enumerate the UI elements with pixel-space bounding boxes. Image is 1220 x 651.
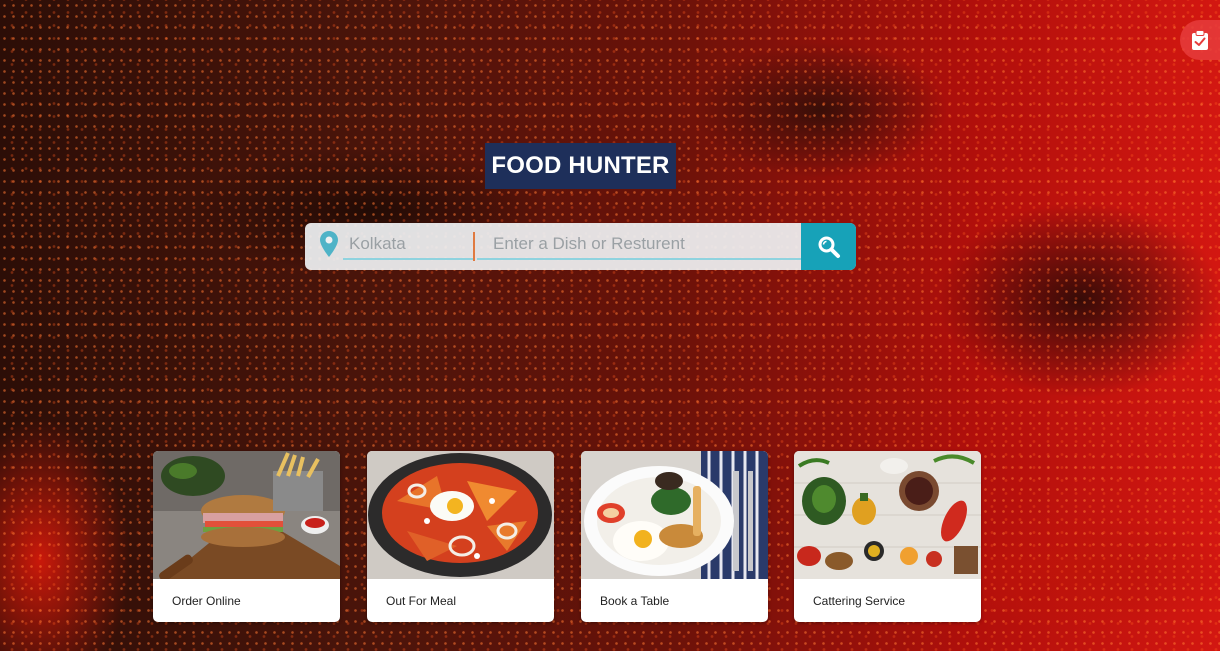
ingredients-image	[794, 451, 981, 579]
search-bar	[305, 223, 856, 270]
clipboard-check-icon	[1192, 30, 1208, 50]
card-out-for-meal[interactable]: Out For Meal	[367, 451, 554, 622]
card-label: Cattering Service	[813, 594, 906, 608]
search-divider	[473, 232, 475, 261]
map-pin-icon	[320, 231, 338, 257]
card-label: Out For Meal	[386, 594, 457, 608]
card-book-a-table[interactable]: Book a Table	[581, 451, 768, 622]
breakfast-image	[581, 451, 768, 579]
clipboard-button[interactable]	[1180, 20, 1220, 60]
card-order-online[interactable]: Order Online	[153, 451, 340, 622]
chilaquiles-image	[367, 451, 554, 579]
brand-title: FOOD HUNTER	[491, 152, 670, 179]
dish-search-input[interactable]	[477, 230, 802, 260]
location-input[interactable]	[343, 230, 475, 260]
search-button[interactable]	[801, 223, 856, 270]
card-cattering-service[interactable]: Cattering Service	[794, 451, 981, 622]
brand-logo: FOOD HUNTER	[485, 143, 676, 189]
sandwich-image	[153, 451, 340, 579]
search-icon	[818, 236, 840, 258]
card-label: Book a Table	[600, 594, 670, 608]
card-label: Order Online	[172, 594, 241, 608]
